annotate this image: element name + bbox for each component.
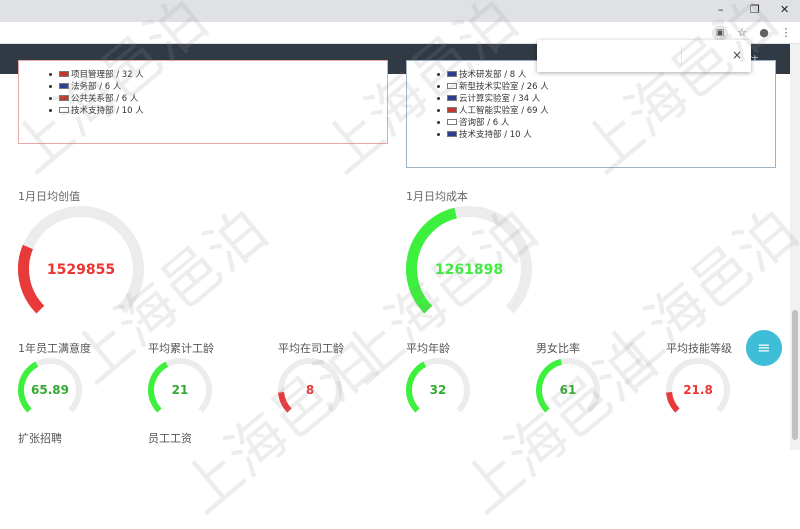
department-item: 技术支持部 / 10 人 bbox=[437, 129, 549, 141]
popup-close-button[interactable]: × bbox=[732, 48, 742, 62]
kpi-gauge-title: 平均技能等级 bbox=[666, 342, 732, 355]
department-label: 咨询部 / 6 人 bbox=[459, 118, 510, 128]
department-item: 法务部 / 6 人 bbox=[49, 81, 144, 93]
kpi-gauge-value: 61 bbox=[560, 383, 577, 397]
menu-fab-button[interactable]: ≡ bbox=[746, 330, 782, 366]
big-gauge-value: 1529855 bbox=[47, 262, 115, 278]
employee-salary-title: 员工工资 bbox=[148, 432, 192, 445]
kpi-gauge-fill bbox=[536, 358, 563, 413]
browser-titlebar: – ❐ ✕ bbox=[0, 0, 800, 22]
expand-recruitment-title: 扩张招聘 bbox=[18, 432, 62, 445]
department-label: 法务部 / 6 人 bbox=[71, 82, 122, 92]
department-label: 技术支持部 / 10 人 bbox=[71, 106, 144, 116]
big-gauge-value: 1261898 bbox=[435, 262, 503, 278]
kpi-gauge: 8 bbox=[278, 358, 342, 413]
kpi-gauge: 32 bbox=[406, 358, 470, 413]
kpi-gauge-fill bbox=[666, 391, 680, 413]
department-list: 技术研发部 / 8 人新型技术实验室 / 26 人云计算实验室 / 34 人人工… bbox=[437, 69, 549, 141]
bookmark-star-icon[interactable]: ☆ bbox=[734, 25, 750, 41]
gauge-title-daily-value: 1月日均创值 bbox=[18, 190, 80, 203]
department-label: 人工智能实验室 / 69 人 bbox=[459, 106, 549, 116]
close-window-button[interactable]: ✕ bbox=[780, 3, 789, 17]
kpi-gauge-value: 32 bbox=[430, 383, 447, 397]
flag-icon bbox=[447, 106, 457, 113]
department-item: 云计算实验室 / 34 人 bbox=[437, 93, 549, 105]
department-label: 项目管理部 / 32 人 bbox=[71, 70, 144, 80]
minimize-button[interactable]: – bbox=[718, 3, 724, 17]
kpi-gauge-value: 21.8 bbox=[683, 383, 713, 397]
extension-icon[interactable]: ▣ bbox=[712, 25, 728, 41]
flag-icon bbox=[447, 130, 457, 137]
big-gauge-fill bbox=[18, 244, 45, 314]
department-item: 新型技术实验室 / 26 人 bbox=[437, 81, 549, 93]
browser-menu-icon[interactable]: ⋮ bbox=[778, 25, 794, 41]
profile-icon[interactable]: ● bbox=[756, 25, 772, 41]
department-list: 项目管理部 / 32 人法务部 / 6 人公共关系部 / 6 人技术支持部 / … bbox=[49, 69, 144, 117]
daily-cost-gauge: 1261898 bbox=[406, 206, 532, 314]
department-item: 公共关系部 / 6 人 bbox=[49, 93, 144, 105]
flag-icon bbox=[447, 70, 457, 77]
flag-icon bbox=[447, 94, 457, 101]
daily-value-gauge: 1529855 bbox=[18, 206, 144, 314]
department-panel-right: 技术研发部 / 8 人新型技术实验室 / 26 人云计算实验室 / 34 人人工… bbox=[406, 60, 776, 168]
department-label: 云计算实验室 / 34 人 bbox=[459, 94, 541, 104]
browser-popup: × bbox=[537, 40, 751, 72]
kpi-gauge-value: 8 bbox=[306, 383, 314, 397]
kpi-gauge-value: 21 bbox=[172, 383, 189, 397]
scrollbar-thumb[interactable] bbox=[792, 310, 798, 440]
popup-divider bbox=[681, 46, 682, 66]
department-label: 新型技术实验室 / 26 人 bbox=[459, 82, 549, 92]
kpi-gauge-title: 1年员工满意度 bbox=[18, 342, 91, 355]
kpi-gauge-title: 平均年龄 bbox=[406, 342, 450, 355]
department-item: 人工智能实验室 / 69 人 bbox=[437, 105, 549, 117]
kpi-gauge: 21 bbox=[148, 358, 212, 413]
department-label: 公共关系部 / 6 人 bbox=[71, 94, 139, 104]
kpi-gauge: 21.8 bbox=[666, 358, 730, 413]
big-gauge-track bbox=[18, 206, 144, 314]
department-item: 项目管理部 / 32 人 bbox=[49, 69, 144, 81]
flag-icon bbox=[59, 94, 69, 101]
department-label: 技术支持部 / 10 人 bbox=[459, 130, 532, 140]
department-item: 技术支持部 / 10 人 bbox=[49, 105, 144, 117]
kpi-gauge-title: 平均在司工龄 bbox=[278, 342, 344, 355]
kpi-gauge-fill bbox=[406, 361, 427, 413]
menu-icon: ≡ bbox=[757, 338, 771, 357]
flag-icon bbox=[447, 82, 457, 89]
kpi-gauge: 61 bbox=[536, 358, 600, 413]
department-panel-left: 项目管理部 / 32 人法务部 / 6 人公共关系部 / 6 人技术支持部 / … bbox=[18, 60, 388, 144]
department-item: 咨询部 / 6 人 bbox=[437, 117, 549, 129]
flag-icon bbox=[59, 82, 69, 89]
gauge-title-daily-cost: 1月日均成本 bbox=[406, 190, 468, 203]
kpi-gauge-title: 平均累计工龄 bbox=[148, 342, 214, 355]
kpi-gauge-title: 男女比率 bbox=[536, 342, 580, 355]
flag-icon bbox=[59, 106, 69, 113]
flag-icon bbox=[59, 70, 69, 77]
kpi-gauge-fill bbox=[148, 361, 169, 413]
kpi-gauge-fill bbox=[278, 391, 292, 413]
kpi-gauge-value: 65.89 bbox=[31, 383, 69, 397]
department-item: 技术研发部 / 8 人 bbox=[437, 69, 549, 81]
flag-icon bbox=[447, 118, 457, 125]
page-scrollbar[interactable] bbox=[790, 44, 800, 450]
department-label: 技术研发部 / 8 人 bbox=[459, 70, 527, 80]
restore-button[interactable]: ❐ bbox=[750, 3, 760, 17]
kpi-gauge: 65.89 bbox=[18, 358, 82, 413]
